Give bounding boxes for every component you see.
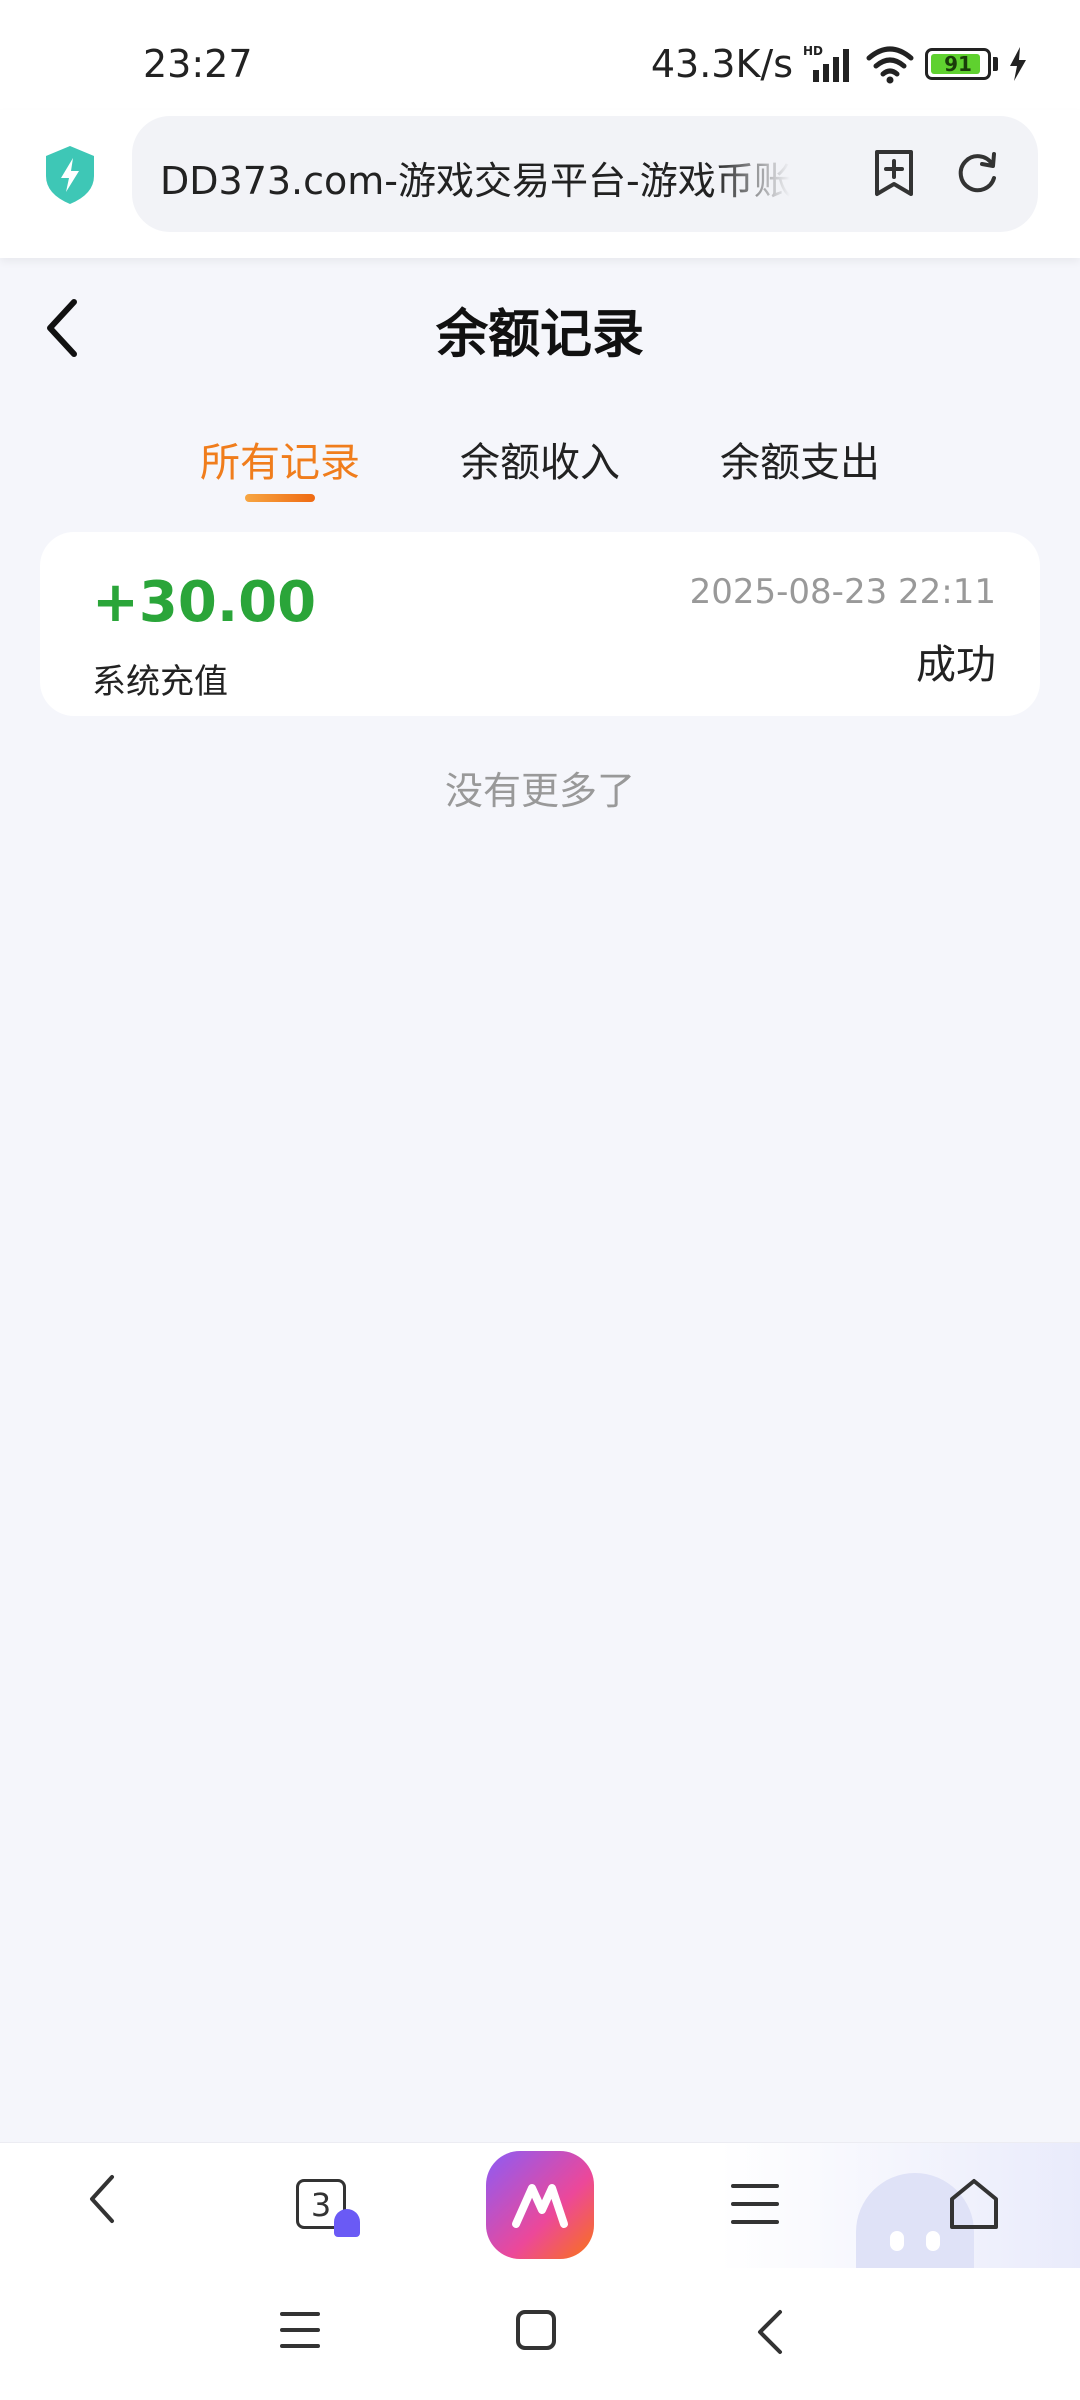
refresh-icon[interactable] — [952, 148, 1002, 202]
list-item[interactable]: +30.00 系统充值 2025-08-23 22:11 成功 — [40, 532, 1040, 716]
ghost-eye — [890, 2231, 904, 2251]
record-status: 成功 — [916, 642, 996, 688]
ai-logo-icon — [512, 2184, 568, 2228]
net-speed: 43.3K/s — [650, 42, 793, 86]
no-more-text: 没有更多了 — [444, 769, 635, 813]
url-title[interactable]: DD373.com-游戏交易平台-游戏币账号装备交易 — [160, 150, 790, 205]
record-amount: +30.00 — [92, 570, 317, 635]
record-time: 2025-08-23 22:11 — [689, 572, 996, 612]
hd-label: HD — [803, 44, 823, 58]
charging-icon — [1008, 47, 1028, 81]
incognito-ghost-icon — [334, 2209, 360, 2237]
system-back-icon[interactable] — [754, 2308, 786, 2360]
status-indicators: 43.3K/s HD 91 — [651, 40, 1028, 88]
page-title: 余额记录 — [435, 305, 644, 365]
url-box[interactable]: DD373.com-游戏交易平台-游戏币账号装备交易 — [132, 116, 1038, 232]
ai-assistant-button[interactable] — [486, 2151, 594, 2259]
battery-icon: 91 — [925, 48, 991, 80]
record-tabs: 所有记录 余额收入 余额支出 — [0, 430, 1080, 510]
recent-apps-icon[interactable] — [280, 2308, 320, 2356]
tab-all-records[interactable]: 所有记录 — [200, 430, 360, 488]
wifi-icon — [865, 44, 915, 84]
signal-icon: HD — [803, 44, 855, 84]
tab-balance-income[interactable]: 余额收入 — [460, 430, 620, 488]
status-bar: 23:27 43.3K/s HD 91 — [0, 0, 1080, 110]
battery-level: 91 — [944, 52, 972, 76]
system-home-icon[interactable] — [514, 2308, 558, 2356]
browser-toolbar: 3 — [0, 2142, 1080, 2268]
ghost-eye — [926, 2231, 940, 2251]
active-tab-indicator — [245, 494, 315, 502]
record-type: 系统充值 — [92, 662, 228, 702]
system-nav-bar — [0, 2268, 1080, 2400]
tab-balance-expense[interactable]: 余额支出 — [720, 430, 880, 488]
bookmark-add-icon[interactable] — [872, 148, 916, 202]
browser-address-bar: DD373.com-游戏交易平台-游戏币账号装备交易 — [0, 110, 1080, 258]
home-icon[interactable] — [946, 2177, 1002, 2235]
shield-icon[interactable] — [42, 144, 98, 206]
browser-back-icon[interactable] — [84, 2169, 120, 2233]
menu-icon[interactable] — [730, 2181, 780, 2231]
status-time: 23:27 — [143, 42, 253, 86]
battery-cap — [993, 57, 998, 71]
